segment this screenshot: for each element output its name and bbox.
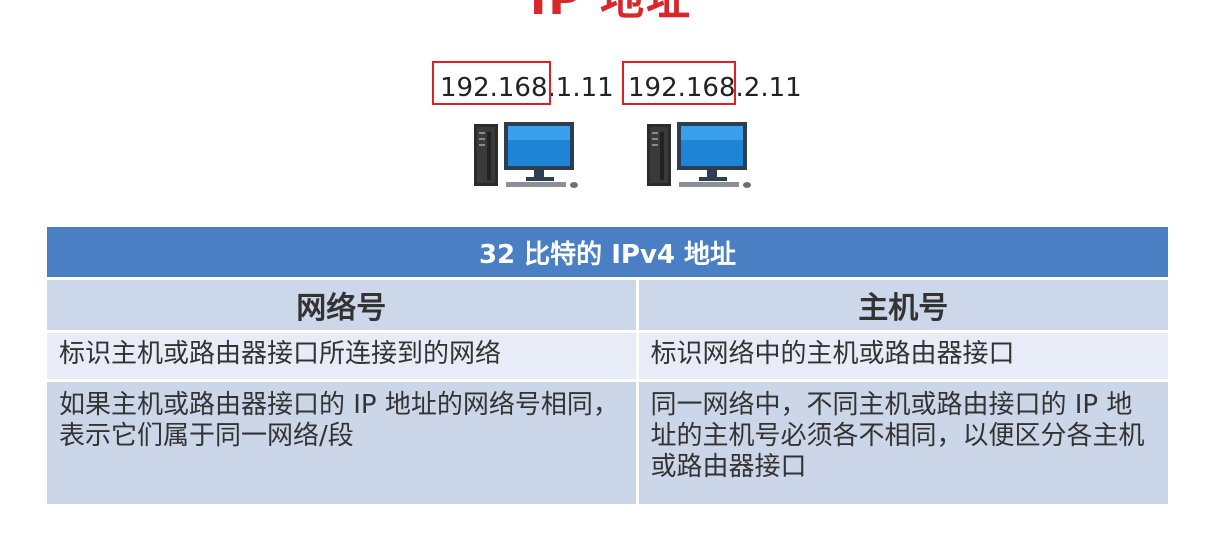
column-header-network-id: 网络号 [47, 278, 639, 333]
table-cell: 标识主机或路由器接口所连接到的网络 [47, 331, 639, 382]
ip-host-suffix: .2.11 [735, 73, 802, 103]
table-cell: 同一网络中，不同主机或路由接口的 IP 地址的主机号必须各不相同，以便区分各主机… [637, 380, 1169, 507]
computer-icon [470, 118, 590, 192]
ipv4-address-table: 32 比特的 IPv4 地址 网络号 主机号 标识主机或路由器接口所连接到的网络… [47, 227, 1169, 507]
table-row: 标识主机或路由器接口所连接到的网络 标识网络中的主机或路由器接口 [47, 331, 1169, 382]
table-cell: 标识网络中的主机或路由器接口 [637, 331, 1169, 382]
network-prefix-highlight [432, 61, 551, 105]
column-header-host-id: 主机号 [637, 278, 1169, 333]
table-row: 如果主机或路由器接口的 IP 地址的网络号相同，表示它们属于同一网络/段 同一网… [47, 380, 1169, 507]
computer-icon [643, 118, 763, 192]
table-cell: 如果主机或路由器接口的 IP 地址的网络号相同，表示它们属于同一网络/段 [47, 380, 639, 507]
table-caption: 32 比特的 IPv4 地址 [47, 227, 1169, 280]
slide-title: IP 地址 [0, 0, 1222, 26]
ip-host-suffix: .1.11 [547, 73, 614, 103]
network-prefix-highlight [622, 61, 736, 105]
